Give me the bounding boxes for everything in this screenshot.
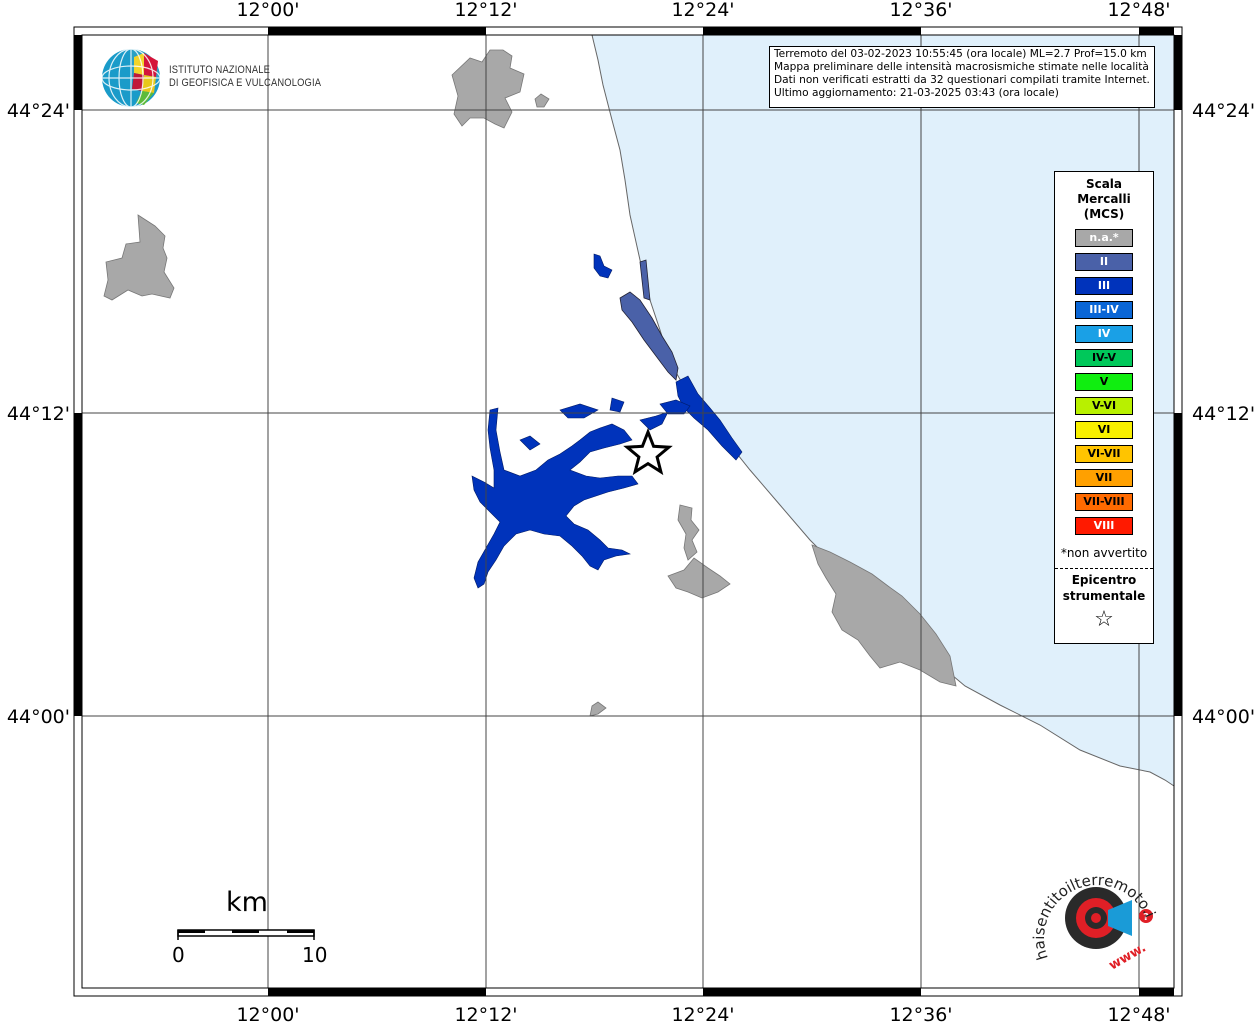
- lat-label: 44°12': [7, 403, 70, 425]
- lon-label: 12°12': [454, 1004, 517, 1024]
- legend-epi-line: strumentale: [1062, 589, 1146, 603]
- legend-item: II: [1075, 253, 1133, 271]
- lat-label: 44°00': [7, 706, 70, 728]
- info-line-event: Terremoto del 03-02-2023 10:55:45 (ora l…: [774, 48, 1147, 60]
- legend-item: V: [1075, 373, 1133, 391]
- legend-title-line: (MCS): [1083, 207, 1125, 221]
- lon-label: 12°12': [454, 0, 517, 21]
- lat-label: 44°24': [7, 100, 70, 122]
- lat-label: 44°24': [1192, 100, 1255, 122]
- star-icon: ☆: [1094, 607, 1114, 632]
- lon-label: 12°00': [236, 0, 299, 21]
- info-line-data-source: Dati non verificati estratti da 32 quest…: [774, 74, 1150, 86]
- institute-line2: DI GEOFISICA E VULCANOLOGIA: [169, 77, 322, 89]
- event-info-box: Terremoto del 03-02-2023 10:55:45 (ora l…: [769, 46, 1155, 108]
- info-line-description: Mappa preliminare delle intensità macros…: [774, 61, 1149, 73]
- legend-item: VII-VIII: [1075, 493, 1133, 511]
- legend-epicenter-label: Epicentro strumentale: [1055, 572, 1153, 604]
- legend-item: V-VI: [1075, 397, 1133, 415]
- legend-item: III-IV: [1075, 301, 1133, 319]
- scale-min: 0: [172, 943, 185, 967]
- lon-label: 12°48': [1107, 1004, 1170, 1024]
- lon-label: 12°24': [671, 0, 734, 21]
- legend-item: VI: [1075, 421, 1133, 439]
- legend-divider: [1055, 568, 1153, 569]
- legend-note: *non avvertito: [1060, 546, 1148, 560]
- legend-title: Scala Mercalli (MCS): [1055, 177, 1153, 222]
- institute-line1: ISTITUTO NAZIONALE: [169, 64, 271, 76]
- legend-item: n.a.*: [1075, 229, 1133, 247]
- lon-label: 12°36': [889, 0, 952, 21]
- lon-label: 12°36': [889, 1004, 952, 1024]
- ingv-globe-logo: [101, 48, 161, 108]
- scale-unit: km: [226, 887, 268, 918]
- lon-label: 12°00': [236, 1004, 299, 1024]
- haisentito-www: www.: [1107, 940, 1149, 973]
- legend-item: IV: [1075, 325, 1133, 343]
- lon-label: 12°48': [1107, 0, 1170, 21]
- legend-item: VIII: [1075, 517, 1133, 535]
- lon-label: 12°24': [671, 1004, 734, 1024]
- haisentito-logo: ? haisentitoilterremoto.it www.: [1028, 858, 1159, 973]
- info-line-updated: Ultimo aggiornamento: 21-03-2025 03:43 (…: [774, 87, 1059, 99]
- legend-item: VI-VII: [1075, 445, 1133, 463]
- lat-label: 44°00': [1192, 706, 1255, 728]
- mcs-legend: Scala Mercalli (MCS) n.a.* II III III-IV IV I…: [1054, 171, 1154, 644]
- lat-label: 44°12': [1192, 403, 1255, 425]
- legend-item: IV-V: [1075, 349, 1133, 367]
- legend-item: III: [1075, 277, 1133, 295]
- legend-title-line: Scala: [1085, 177, 1123, 191]
- legend-item: VII: [1075, 469, 1133, 487]
- legend-epi-line: Epicentro: [1071, 573, 1137, 587]
- institute-name: ISTITUTO NAZIONALE DI GEOFISICA E VULCAN…: [169, 64, 321, 90]
- legend-title-line: Mercalli: [1077, 192, 1131, 206]
- scale-max: 10: [302, 943, 328, 967]
